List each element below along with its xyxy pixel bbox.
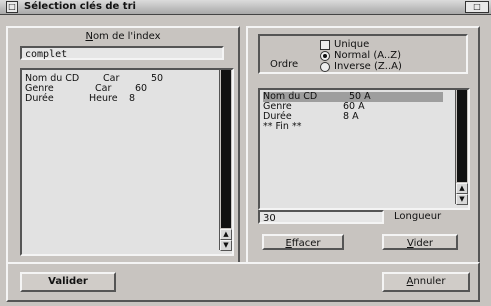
validate-button[interactable]: Valider [20,272,116,292]
unique-label: Unique [334,39,370,50]
list-item[interactable]: Durée Heure 8 [25,94,135,104]
normal-order-radio[interactable] [320,51,330,61]
inverse-order-radio[interactable] [320,62,330,72]
index-name-label: Nom de l'index [85,31,161,42]
field-size: 50 [151,73,164,84]
list-item[interactable]: ** Fin ** [263,122,301,132]
normal-order-label: Normal (A..Z) [334,50,402,61]
available-fields-list[interactable]: Nom du CD Car 50 Genre Car 60 Durée Heur… [20,68,234,256]
index-panel: Nom de l'index complet Nom du CD Car 50 … [6,26,240,264]
length-input[interactable]: 30 [258,210,384,224]
scroll-down-icon[interactable]: ▼ [220,240,232,251]
field-size: 60 [135,83,148,94]
scroll-up-icon[interactable]: ▲ [456,183,468,194]
title-bar: □ Sélection clés de tri □ [0,0,491,15]
sort-keys-panel: Ordre Unique Normal (A..Z) Inverse (Z..A… [246,26,480,264]
window-title: Sélection clés de tri [24,1,136,12]
scroll-track[interactable] [221,70,231,228]
inverse-order-label: Inverse (Z..A) [334,61,402,72]
scroll-up-icon[interactable]: ▲ [220,229,232,240]
system-menu-button[interactable]: □ [6,1,18,13]
scroll-track[interactable] [457,90,467,182]
key-value: 8 A [343,111,359,122]
field-type: Heure [89,93,118,104]
order-group: Ordre Unique Normal (A..Z) Inverse (Z..A… [258,34,468,74]
index-name-input[interactable]: complet [20,46,224,60]
scroll-down-icon[interactable]: ▼ [456,194,468,205]
left-list-scrollbar[interactable]: ▲ ▼ [219,70,232,251]
dialog-footer: Valider Annuler [6,262,480,302]
order-label: Ordre [270,59,299,70]
empty-button[interactable]: Vider [382,234,458,250]
field-name: Durée [25,93,54,104]
field-size: 8 [129,93,136,104]
key-name: ** Fin ** [263,121,302,132]
cancel-button[interactable]: Annuler [382,272,470,292]
right-list-scrollbar[interactable]: ▲ ▼ [455,90,468,205]
sort-keys-list[interactable]: Nom du CD 50 A Genre 60 A Durée 8 A ** F… [258,88,470,210]
unique-checkbox[interactable] [320,40,330,50]
length-label: Longueur [394,211,442,222]
window-control-button[interactable]: □ [465,1,489,13]
clear-button[interactable]: Effacer [262,234,344,250]
